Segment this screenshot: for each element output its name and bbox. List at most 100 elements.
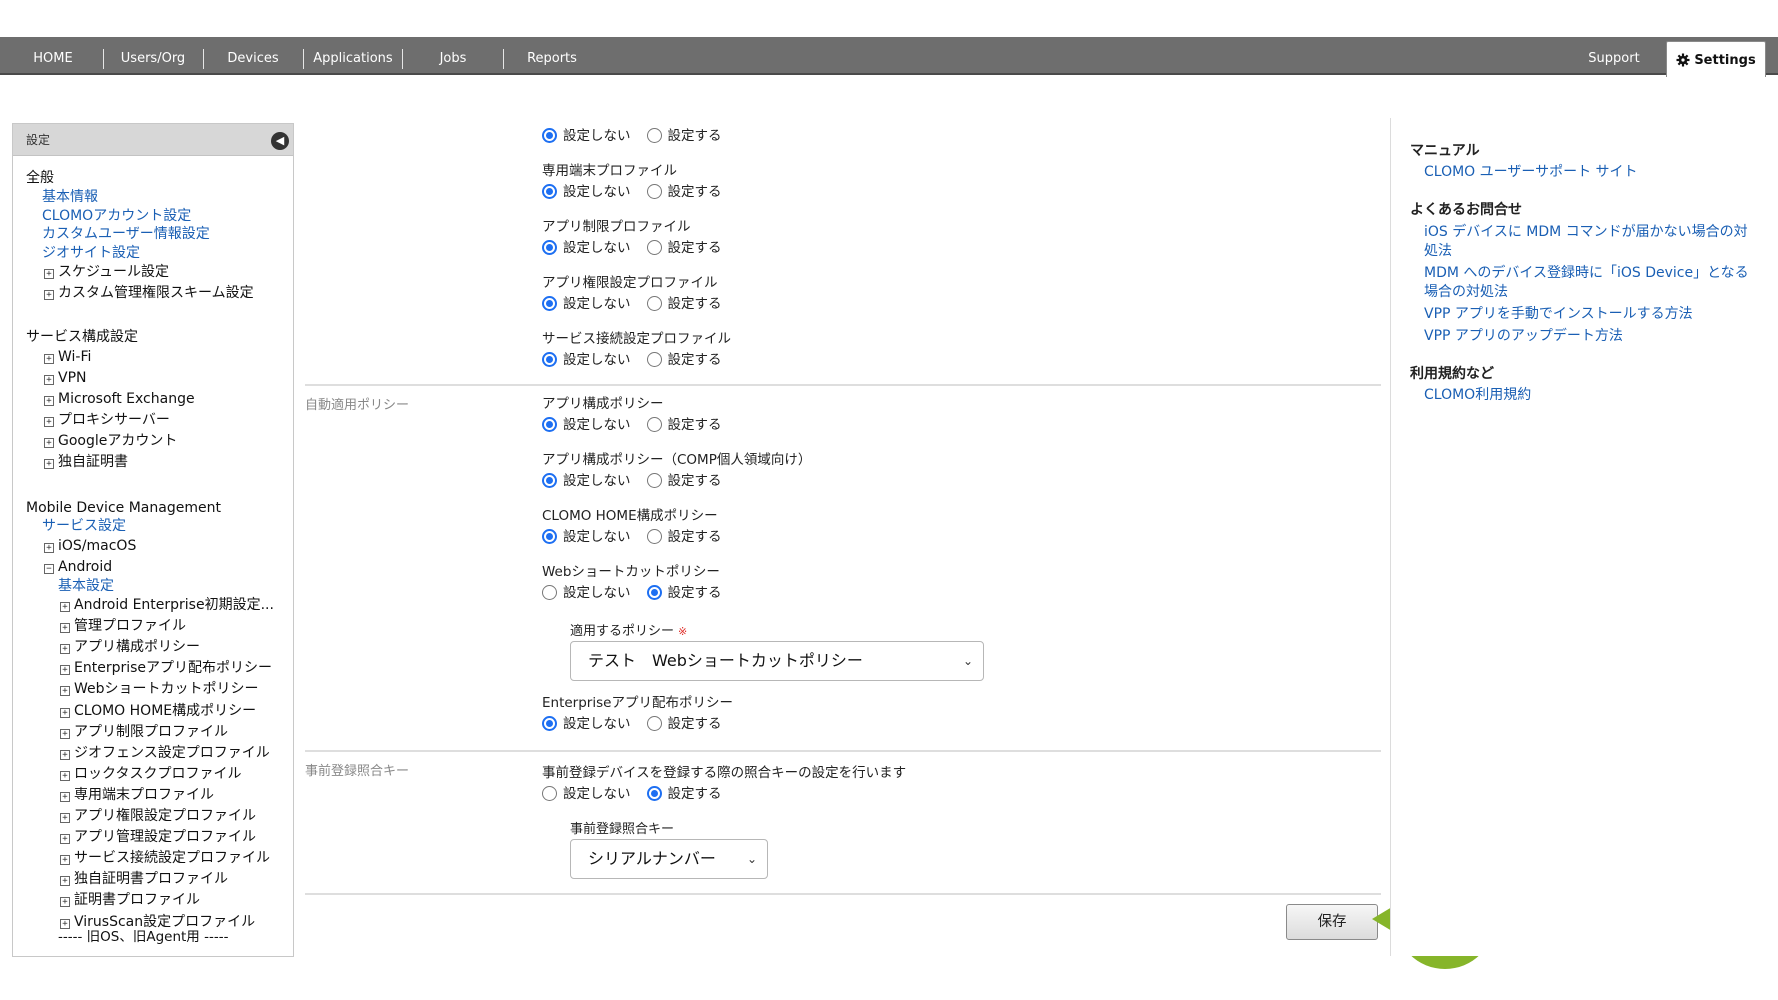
radio-off[interactable]: [542, 529, 557, 544]
sidebar-item-label: iOS/macOS: [58, 538, 137, 554]
manual-link[interactable]: CLOMO ユーザーサポート サイト: [1424, 163, 1764, 182]
radio-on[interactable]: [646, 352, 662, 367]
collapse-sidebar-button[interactable]: ◀: [271, 132, 289, 150]
sidebar-item-android-child[interactable]: + Android Enterprise初期設定...: [60, 596, 274, 614]
sidebar-item-android-child[interactable]: + アプリ制限プロファイル: [60, 723, 228, 741]
sidebar-item-custom-user[interactable]: カスタムユーザー情報設定: [42, 225, 210, 243]
nav-reports[interactable]: Reports: [516, 37, 588, 75]
settings-sidebar: 設定 ◀ 全般 基本情報 CLOMOアカウント設定 カスタムユーザー情報設定 ジ…: [12, 123, 294, 957]
expand-icon: +: [60, 623, 70, 634]
nav-home[interactable]: HOME: [22, 37, 84, 75]
sidebar-item-account[interactable]: CLOMOアカウント設定: [42, 207, 191, 225]
terms-link[interactable]: CLOMO利用規約: [1424, 386, 1764, 405]
radio-group: 設定しない 設定する: [542, 525, 722, 545]
sidebar-heading-general: 全般: [26, 170, 54, 186]
sidebar-item-custom-permission[interactable]: + カスタム管理権限スキーム設定: [44, 284, 254, 302]
sidebar-item-android-child[interactable]: + Enterpriseアプリ配布ポリシー: [60, 659, 272, 677]
sidebar-item-label: アプリ管理設定プロファイル: [74, 829, 256, 846]
sidebar-item-android-child[interactable]: + ジオフェンス設定プロファイル: [60, 744, 270, 762]
sidebar-item-wifi[interactable]: + Wi-Fi: [44, 348, 91, 366]
sidebar-item-android-child[interactable]: + 独自証明書プロファイル: [60, 870, 228, 888]
nav-settings-label: Settings: [1694, 53, 1756, 68]
faq-link-ios-device[interactable]: MDM へのデバイス登録時に「iOS Device」となる場合の対処法: [1424, 264, 1754, 302]
radio-label-off: 設定しない: [563, 473, 631, 489]
sidebar-legacy-separator[interactable]: ----- 旧OS、旧Agent用 -----: [58, 928, 228, 946]
radio-on[interactable]: [646, 184, 662, 199]
radio-off[interactable]: [542, 352, 557, 367]
radio-label-on: 設定する: [667, 296, 722, 312]
main-content: 設定しない 設定する 専用端末プロファイル 設定しない 設定する アプリ制限プロファイル設…: [305, 118, 1381, 940]
radio-off[interactable]: [542, 128, 557, 143]
sidebar-item-basic-info[interactable]: 基本情報: [42, 188, 98, 206]
radio-on[interactable]: [646, 585, 662, 600]
gear-icon: [1676, 45, 1690, 83]
sidebar-item-proxy[interactable]: + プロキシサーバー: [44, 411, 170, 429]
faq-link-vpp-install[interactable]: VPP アプリを手動でインストールする方法: [1424, 305, 1764, 324]
sidebar-item-android-child[interactable]: + アプリ管理設定プロファイル: [60, 828, 256, 846]
radio-off[interactable]: [542, 296, 557, 311]
sidebar-item-exchange[interactable]: + Microsoft Exchange: [44, 390, 195, 408]
faq-link-vpp-update[interactable]: VPP アプリのアップデート方法: [1424, 327, 1764, 346]
radio-off[interactable]: [542, 716, 557, 731]
sidebar-item-label: VirusScan設定プロファイル: [74, 913, 256, 930]
radio-label-off: 設定しない: [563, 184, 631, 200]
save-button[interactable]: 保存: [1286, 904, 1378, 940]
radio-off[interactable]: [542, 473, 557, 488]
prereg-radio-off[interactable]: [542, 786, 557, 801]
radio-off[interactable]: [542, 417, 557, 432]
sidebar-item-label: CLOMO HOME構成ポリシー: [74, 702, 257, 719]
sidebar-item-label: Android: [58, 559, 113, 575]
nav-jobs[interactable]: Jobs: [420, 37, 486, 75]
radio-on[interactable]: [646, 240, 662, 255]
field-label: Enterpriseアプリ配布ポリシー: [542, 695, 733, 711]
radio-on[interactable]: [646, 473, 662, 488]
faq-link-mdm-command[interactable]: iOS デバイスに MDM コマンドが届かない場合の対処法: [1424, 223, 1754, 261]
sidebar-item-android-child[interactable]: + 専用端末プロファイル: [60, 786, 214, 804]
sidebar-item-service-settings[interactable]: サービス設定: [42, 517, 126, 535]
sidebar-item-ios[interactable]: + iOS/macOS: [44, 537, 136, 555]
sidebar-item-android[interactable]: − Android: [44, 558, 112, 576]
radio-off[interactable]: [542, 184, 557, 199]
prereg-radio-on[interactable]: [646, 786, 662, 801]
radio-on[interactable]: [646, 529, 662, 544]
sidebar-item-geosite[interactable]: ジオサイト設定: [42, 244, 140, 262]
sidebar-item-label: Wi-Fi: [58, 349, 92, 365]
radio-group: 設定しない 設定する: [542, 469, 722, 489]
radio-on[interactable]: [646, 417, 662, 432]
apply-policy-select[interactable]: テスト Webショートカットポリシー ⌄: [570, 641, 984, 681]
prereg-key-select[interactable]: シリアルナンバー ⌄: [570, 839, 768, 879]
expand-icon: +: [60, 602, 70, 612]
radio-on[interactable]: [646, 128, 662, 143]
sidebar-item-android-child[interactable]: + ロックタスクプロファイル: [60, 765, 241, 783]
sidebar-item-google[interactable]: + Googleアカウント: [44, 432, 177, 450]
sidebar-item-android-child[interactable]: + 管理プロファイル: [60, 617, 186, 635]
radio-on[interactable]: [646, 716, 662, 731]
apply-policy-value: テスト Webショートカットポリシー: [588, 651, 863, 670]
sidebar-item-vpn[interactable]: + VPN: [44, 369, 87, 387]
sidebar-item-android-child[interactable]: + CLOMO HOME構成ポリシー: [60, 702, 256, 720]
nav-settings-tab[interactable]: Settings: [1666, 41, 1766, 77]
radio-label-off: 設定しない: [563, 128, 631, 144]
nav-applications[interactable]: Applications: [311, 37, 395, 75]
sidebar-item-android-child[interactable]: + 証明書プロファイル: [60, 891, 200, 909]
sidebar-item-label: プロキシサーバー: [58, 412, 170, 428]
sidebar-item-android-child[interactable]: + アプリ権限設定プロファイル: [60, 807, 256, 825]
radio-off[interactable]: [542, 240, 557, 255]
radio-off[interactable]: [542, 585, 557, 600]
nav-support[interactable]: Support: [1578, 37, 1650, 75]
sidebar-item-android-child[interactable]: + VirusScan設定プロファイル: [60, 913, 255, 931]
radio-on[interactable]: [646, 296, 662, 311]
sidebar-item-android-child[interactable]: + Webショートカットポリシー: [60, 680, 259, 698]
sidebar-item-android-child[interactable]: + サービス接続設定プロファイル: [60, 849, 270, 867]
sidebar-item-schedule[interactable]: + スケジュール設定: [44, 263, 169, 281]
sidebar-item-android-child[interactable]: + アプリ構成ポリシー: [60, 638, 200, 656]
expand-icon: +: [60, 686, 70, 697]
expand-icon: +: [60, 728, 70, 739]
field-label: アプリ権限設定プロファイル: [542, 275, 718, 291]
nav-users-org[interactable]: Users/Org: [114, 37, 192, 75]
nav-devices[interactable]: Devices: [218, 37, 288, 75]
sidebar-item-android-basic[interactable]: 基本設定: [58, 577, 114, 595]
field-label: アプリ構成ポリシー: [542, 396, 664, 412]
sidebar-item-certificate[interactable]: + 独自証明書: [44, 453, 128, 471]
sidebar-item-label: アプリ制限プロファイル: [74, 723, 228, 740]
